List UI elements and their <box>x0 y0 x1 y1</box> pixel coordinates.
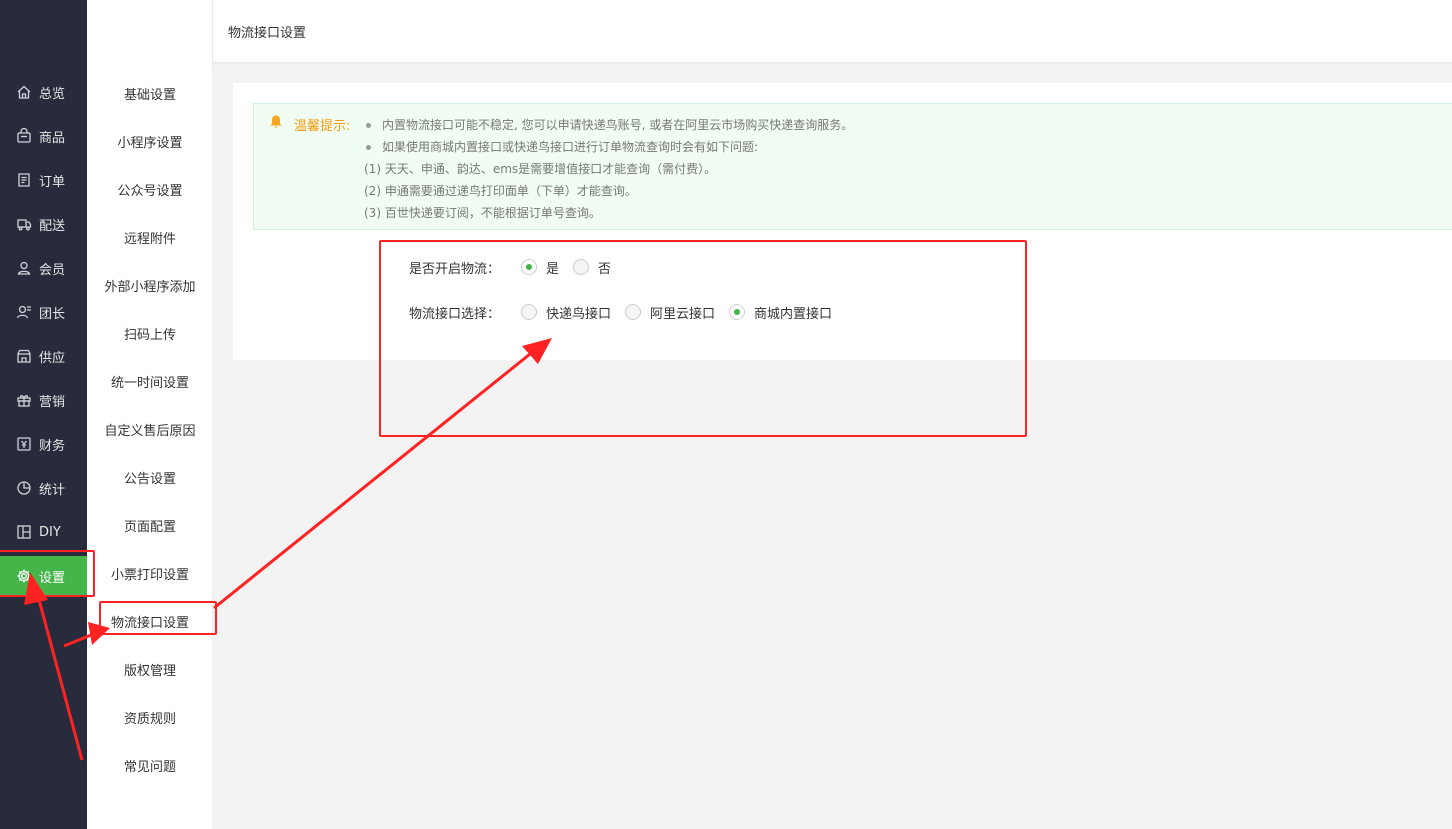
tip-line: 如果使用商城内置接口或快递鸟接口进行订单物流查询时会有如下问题: <box>364 136 853 158</box>
tip-line: (1) 天天、申通、韵达、ems是需要增值接口才能查询（需付费）。 <box>364 162 717 176</box>
submenu-remote-attachment[interactable]: 远程附件 <box>87 222 213 252</box>
submenu-external-miniprogram[interactable]: 外部小程序添加 <box>87 270 213 300</box>
submenu-basic-settings[interactable]: 基础设置 <box>87 78 213 108</box>
goods-icon <box>16 128 32 144</box>
tip-line: (3) 百世快递要订阅，不能根据订单号查询。 <box>364 206 601 220</box>
annotation-box-settings <box>0 550 95 597</box>
sidebar-item-finance[interactable]: 财务 <box>0 424 87 464</box>
home-icon <box>16 84 32 100</box>
sidebar-item-goods[interactable]: 商品 <box>0 116 87 156</box>
sidebar-item-supply[interactable]: 供应 <box>0 336 87 376</box>
sidebar-item-statistics[interactable]: 统计 <box>0 468 87 508</box>
submenu-miniprogram-settings[interactable]: 小程序设置 <box>87 126 213 156</box>
sidebar-item-label: 配送 <box>39 218 66 234</box>
submenu-aftersale-reasons[interactable]: 自定义售后原因 <box>87 414 213 444</box>
annotation-box-logistics-menu <box>99 601 217 635</box>
sidebar-item-label: 统计 <box>39 482 66 498</box>
tip-title: 温馨提示: <box>294 119 351 134</box>
sidebar-item-label: 团长 <box>39 306 66 322</box>
tip-box: 温馨提示: 内置物流接口可能不稳定, 您可以申请快递鸟账号, 或者在阿里云市场购… <box>253 103 1452 230</box>
supply-icon <box>16 348 32 364</box>
submenu-official-account-settings[interactable]: 公众号设置 <box>87 174 213 204</box>
page-title: 物流接口设置 <box>228 26 307 41</box>
annotation-box-form <box>379 240 1027 437</box>
sidebar-item-delivery[interactable]: 配送 <box>0 204 87 244</box>
submenu-copyright[interactable]: 版权管理 <box>87 654 213 684</box>
submenu-receipt-print[interactable]: 小票打印设置 <box>87 558 213 588</box>
tip-lines: 内置物流接口可能不稳定, 您可以申请快递鸟账号, 或者在阿里云市场购买快递查询服… <box>364 114 853 224</box>
sidebar-item-label: 总览 <box>39 86 66 102</box>
sidebar-item-label: DIY <box>39 524 61 540</box>
sidebar-item-leader[interactable]: 团长 <box>0 292 87 332</box>
sidebar-item-label: 商品 <box>39 130 66 146</box>
tip-line: 内置物流接口可能不稳定, 您可以申请快递鸟账号, 或者在阿里云市场购买快递查询服… <box>364 114 853 136</box>
order-icon <box>16 172 32 188</box>
member-icon <box>16 260 32 276</box>
sidebar-item-label: 财务 <box>39 438 66 454</box>
layout-icon <box>16 524 32 540</box>
page-header: 物流接口设置 <box>213 0 1452 63</box>
sidebar-item-members[interactable]: 会员 <box>0 248 87 288</box>
submenu-unified-time[interactable]: 统一时间设置 <box>87 366 213 396</box>
submenu-qualification-rules[interactable]: 资质规则 <box>87 702 213 732</box>
sidebar-item-label: 会员 <box>39 262 66 278</box>
sidebar-item-diy[interactable]: DIY <box>0 512 87 552</box>
sidebar-item-label: 供应 <box>39 350 66 366</box>
primary-sidebar: 总览 商品 订单 配送 会员 团长 供应 营销 财务 统计 DIY 设置 <box>0 0 87 829</box>
tip-line: (2) 申通需要通过递鸟打印面单（下单）才能查询。 <box>364 184 637 198</box>
delivery-icon <box>16 216 32 232</box>
gift-icon <box>16 392 32 408</box>
leader-icon <box>16 304 32 320</box>
sidebar-item-overview[interactable]: 总览 <box>0 72 87 112</box>
sidebar-item-marketing[interactable]: 营销 <box>0 380 87 420</box>
finance-icon <box>16 436 32 452</box>
sidebar-item-orders[interactable]: 订单 <box>0 160 87 200</box>
submenu-page-config[interactable]: 页面配置 <box>87 510 213 540</box>
sidebar-item-label: 订单 <box>39 174 66 190</box>
submenu-faq[interactable]: 常见问题 <box>87 750 213 780</box>
submenu-scan-upload[interactable]: 扫码上传 <box>87 318 213 348</box>
bell-icon <box>268 114 284 130</box>
secondary-sidebar: 基础设置 小程序设置 公众号设置 远程附件 外部小程序添加 扫码上传 统一时间设… <box>87 0 213 829</box>
submenu-announcement-settings[interactable]: 公告设置 <box>87 462 213 492</box>
pie-chart-icon <box>16 480 32 496</box>
sidebar-item-label: 营销 <box>39 394 66 410</box>
